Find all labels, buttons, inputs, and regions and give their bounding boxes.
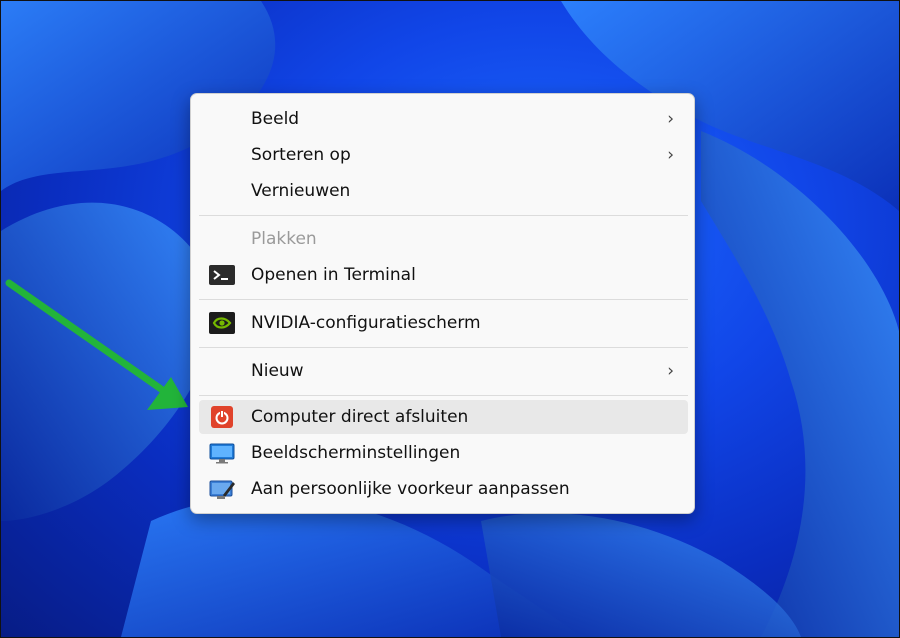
menu-item-label: Nieuw (251, 361, 304, 381)
menu-item-label: Computer direct afsluiten (251, 407, 469, 427)
menu-separator (199, 347, 688, 348)
chevron-right-icon: › (667, 109, 674, 129)
menu-item-label: NVIDIA-configuratiescherm (251, 313, 481, 333)
terminal-icon (209, 264, 235, 286)
menu-separator (199, 395, 688, 396)
personalize-icon (209, 478, 235, 500)
desktop-context-menu: Beeld › Sorteren op › Vernieuwen Plakken… (190, 93, 695, 514)
menu-item-plakken: Plakken (199, 222, 688, 256)
menu-item-sorteren-op[interactable]: Sorteren op › (199, 138, 688, 172)
menu-item-persoonlijke-voorkeur[interactable]: Aan persoonlijke voorkeur aanpassen (199, 472, 688, 506)
menu-item-beeld[interactable]: Beeld › (199, 102, 688, 136)
menu-separator (199, 299, 688, 300)
menu-item-computer-direct-afsluiten[interactable]: Computer direct afsluiten (199, 400, 688, 434)
menu-item-label: Openen in Terminal (251, 265, 416, 285)
menu-item-label: Beeldscherminstellingen (251, 443, 461, 463)
chevron-right-icon: › (667, 145, 674, 165)
desktop[interactable]: Beeld › Sorteren op › Vernieuwen Plakken… (0, 0, 900, 638)
menu-item-label: Beeld (251, 109, 300, 129)
power-icon (209, 406, 235, 428)
chevron-right-icon: › (667, 361, 674, 381)
menu-separator (199, 215, 688, 216)
menu-item-nvidia-configuratiescherm[interactable]: NVIDIA-configuratiescherm (199, 306, 688, 340)
menu-item-beeldscherminstellingen[interactable]: Beeldscherminstellingen (199, 436, 688, 470)
menu-item-vernieuwen[interactable]: Vernieuwen (199, 174, 688, 208)
display-icon (209, 442, 235, 464)
menu-item-nieuw[interactable]: Nieuw › (199, 354, 688, 388)
menu-item-label: Sorteren op (251, 145, 351, 165)
nvidia-icon (209, 312, 235, 334)
menu-item-label: Plakken (251, 229, 317, 249)
menu-item-label: Vernieuwen (251, 181, 351, 201)
menu-item-openen-in-terminal[interactable]: Openen in Terminal (199, 258, 688, 292)
menu-item-label: Aan persoonlijke voorkeur aanpassen (251, 479, 570, 499)
